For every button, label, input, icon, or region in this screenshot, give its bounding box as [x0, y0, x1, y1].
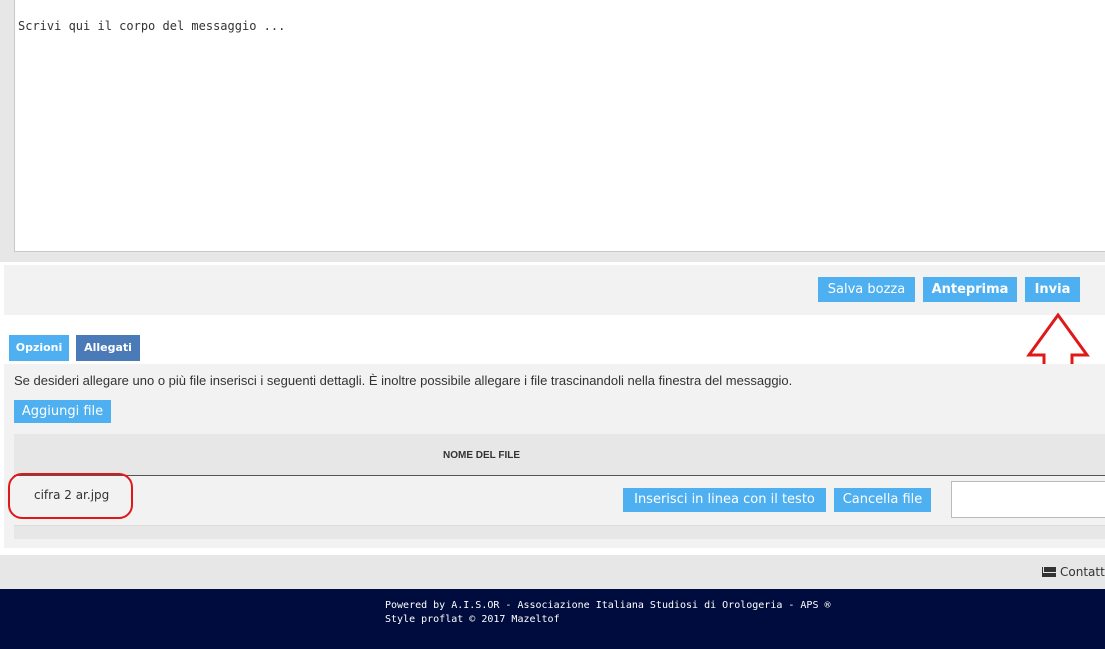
attachments-table-header: NOME DEL FILE: [14, 434, 1105, 476]
preview-button[interactable]: Anteprima: [923, 277, 1017, 302]
attachments-table: NOME DEL FILE cifra 2 ar.jpg Inserisci i…: [14, 434, 1105, 539]
save-draft-button[interactable]: Salva bozza: [818, 277, 915, 302]
attachments-description: Se desideri allegare uno o più file inse…: [14, 373, 793, 388]
editor-container: Scrivi qui il corpo del messaggio ...: [0, 0, 1105, 262]
style-credit-text: Style proflat © 2017 Mazeltof: [385, 614, 560, 625]
tab-allegati[interactable]: Allegati: [76, 335, 140, 361]
message-body-editor[interactable]: Scrivi qui il corpo del messaggio ...: [14, 0, 1105, 252]
table-row: cifra 2 ar.jpg Inserisci in linea con il…: [14, 476, 1105, 526]
delete-file-button[interactable]: Cancella file: [834, 488, 931, 512]
message-body-placeholder: Scrivi qui il corpo del messaggio ...: [18, 19, 286, 33]
insert-inline-button[interactable]: Inserisci in linea con il testo: [623, 488, 826, 512]
contact-link[interactable]: Contatta: [1042, 565, 1105, 579]
contact-label: Contatta: [1060, 565, 1105, 579]
file-comment-input[interactable]: [951, 481, 1105, 518]
site-footer: Powered by A.I.S.OR - Associazione Itali…: [0, 589, 1105, 649]
submit-action-bar: Salva bozza Anteprima Invia: [4, 265, 1105, 315]
footer-links-bar: Contatta: [0, 555, 1105, 589]
attachments-panel: Se desideri allegare uno o più file inse…: [4, 364, 1105, 548]
powered-by-text: Powered by A.I.S.OR - Associazione Itali…: [385, 600, 831, 611]
add-file-button[interactable]: Aggiungi file: [14, 400, 111, 423]
send-button[interactable]: Invia: [1025, 277, 1080, 302]
column-header-file-name: NOME DEL FILE: [443, 450, 521, 461]
tab-opzioni[interactable]: Opzioni: [9, 335, 69, 361]
attachment-file-name: cifra 2 ar.jpg: [34, 488, 110, 502]
envelope-icon: [1042, 567, 1056, 577]
